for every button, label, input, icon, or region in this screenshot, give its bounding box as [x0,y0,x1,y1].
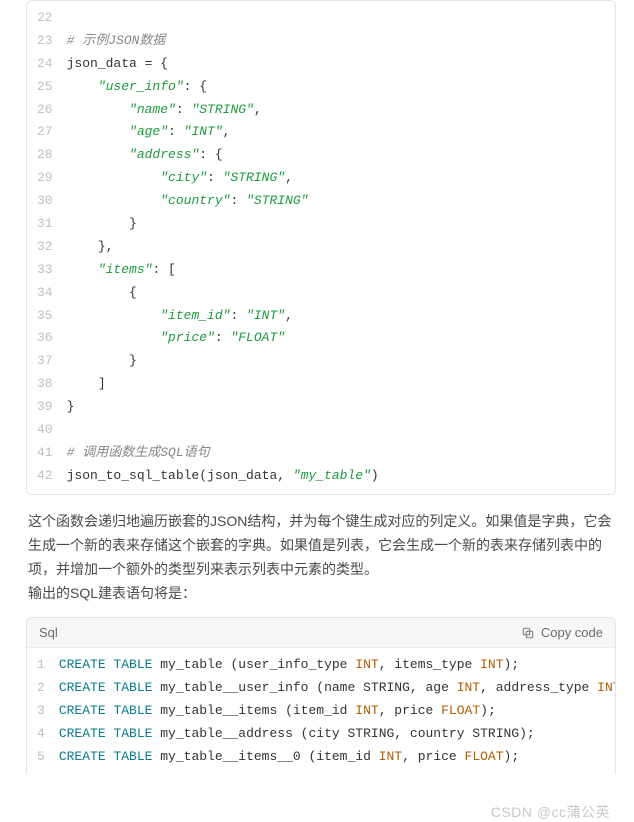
paragraph-line: 输出的SQL建表语句将是： [28,585,196,601]
code-header: Sql Copy code [27,618,615,648]
language-label: Sql [39,625,58,640]
page: 2223242526272829303132333435363738394041… [0,0,634,808]
paragraph-line: 这个函数会递归地遍历嵌套的JSON结构，并为每个键生成对应的列定义。如果值是字典… [28,513,611,577]
gutter: 12345 [27,648,53,774]
copy-button[interactable]: Copy code [521,625,603,640]
watermark: CSDN @cc蒲公英 [0,802,634,822]
code-body: 12345 CREATE TABLE my_table (user_info_t… [27,648,615,774]
code-body: 2223242526272829303132333435363738394041… [27,1,615,494]
code-content: # 示例JSON数据json_data = { "user_info": { "… [61,1,389,494]
code-content: CREATE TABLE my_table (user_info_type IN… [53,648,616,774]
copy-label: Copy code [541,625,603,640]
copy-icon [521,626,535,640]
code-block-python: 2223242526272829303132333435363738394041… [26,0,616,495]
gutter: 2223242526272829303132333435363738394041… [27,1,61,494]
code-block-sql: Sql Copy code 12345 CREATE TABLE my_tabl… [26,617,616,774]
explanation-text: 这个函数会递归地遍历嵌套的JSON结构，并为每个键生成对应的列定义。如果值是字典… [28,509,614,605]
